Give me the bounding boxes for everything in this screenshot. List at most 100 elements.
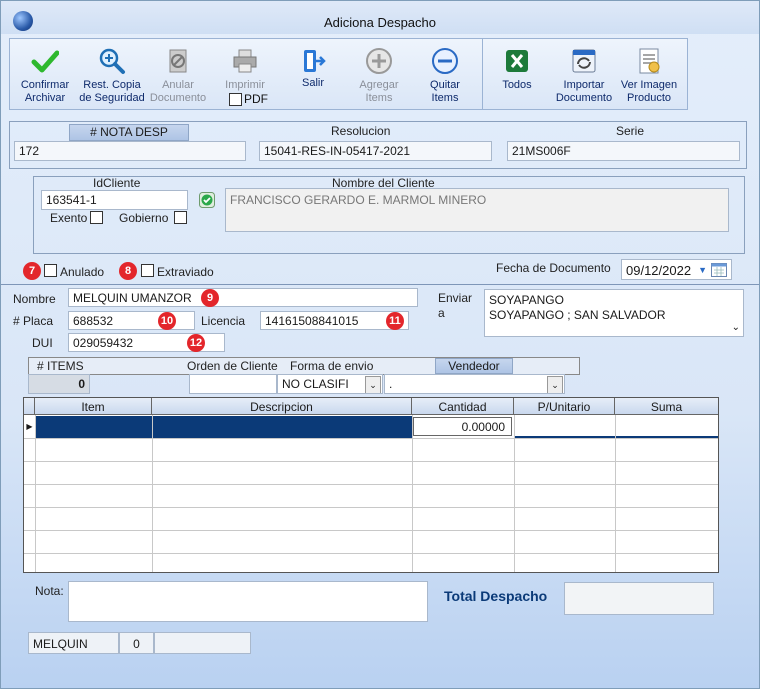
despacho-window: Adiciona Despacho Confirmar Archivar Res… bbox=[0, 0, 760, 689]
restore-label: Rest. Copia de Seguridad bbox=[79, 79, 145, 104]
cell-descripcion[interactable] bbox=[153, 416, 412, 438]
badge-9: 9 bbox=[201, 289, 219, 307]
excel-all-button[interactable]: Todos bbox=[482, 41, 552, 107]
import-document-button[interactable]: Importar Documento bbox=[549, 41, 619, 107]
orden-cliente-label: Orden de Cliente bbox=[187, 359, 278, 373]
nombre-cliente-field[interactable]: FRANCISCO GERARDO E. MARMOL MINERO bbox=[225, 188, 729, 232]
enviar-line-1: SOYAPANGO bbox=[489, 293, 564, 307]
todos-label: Todos bbox=[502, 79, 532, 91]
pdf-checkbox[interactable] bbox=[229, 93, 242, 106]
chevron-down-icon[interactable]: ⌄ bbox=[547, 376, 563, 393]
anulado-checkbox[interactable] bbox=[44, 264, 57, 277]
scroll-down-icon[interactable]: ⌄ bbox=[732, 320, 740, 335]
exento-checkbox[interactable] bbox=[90, 211, 103, 224]
cell-punitario[interactable] bbox=[515, 416, 615, 438]
orden-cliente-field[interactable] bbox=[189, 374, 277, 394]
status-extra bbox=[154, 632, 251, 654]
anulado-label: Anulado bbox=[60, 265, 105, 279]
col-descripcion-header[interactable]: Descripcion bbox=[152, 398, 412, 415]
nota-desp-field[interactable]: 172 bbox=[14, 141, 246, 161]
verified-check-icon[interactable] bbox=[199, 192, 215, 208]
col-punitario-header[interactable]: P/Unitario bbox=[514, 398, 615, 415]
gobierno-checkbox[interactable] bbox=[174, 211, 187, 224]
enviar-label: Enviar bbox=[438, 291, 473, 305]
excel-icon bbox=[506, 50, 528, 72]
cell-suma[interactable] bbox=[616, 416, 718, 438]
print-label: Imprimir bbox=[225, 79, 265, 91]
badge-7: 7 bbox=[23, 262, 41, 280]
grid-line bbox=[24, 530, 718, 531]
items-label: # ITEMS bbox=[37, 359, 84, 373]
row-header-corner bbox=[24, 398, 35, 415]
calendar-icon[interactable] bbox=[711, 263, 727, 277]
cell-item[interactable] bbox=[36, 416, 152, 438]
fecha-value: 09/12/2022 bbox=[626, 263, 692, 278]
extraviado-label: Extraviado bbox=[157, 265, 214, 279]
row-selector-arrow-icon: ▶ bbox=[26, 422, 33, 431]
chevron-down-icon[interactable]: ⌄ bbox=[365, 376, 381, 393]
add-items-label: Agregar Items bbox=[359, 79, 399, 104]
extraviado-checkbox[interactable] bbox=[141, 264, 154, 277]
vendedor-label: Vendedor bbox=[435, 358, 513, 374]
confirm-archive-button[interactable]: Confirmar Archivar bbox=[10, 41, 80, 107]
section-divider bbox=[1, 284, 759, 285]
exento-label: Exento bbox=[50, 211, 88, 225]
licencia-label: Licencia bbox=[201, 314, 246, 328]
enviar-a-label: a bbox=[438, 306, 445, 320]
exit-button[interactable]: Salir bbox=[278, 41, 348, 107]
nota-textarea[interactable] bbox=[68, 581, 428, 622]
gobierno-label: Gobierno bbox=[119, 211, 169, 225]
col-item-header[interactable]: Item bbox=[35, 398, 152, 415]
fecha-field[interactable]: 09/12/2022 ▼ bbox=[621, 259, 732, 280]
nombre-field[interactable]: MELQUIN UMANZOR bbox=[68, 288, 418, 307]
document-void-icon bbox=[169, 49, 187, 73]
nota-label: Nota: bbox=[35, 584, 64, 598]
items-grid: Item Descripcion Cantidad P/Unitario Sum… bbox=[23, 397, 719, 573]
confirm-label: Confirmar Archivar bbox=[20, 79, 70, 104]
vendedor-select[interactable]: . ⌄ bbox=[384, 374, 565, 394]
import-label: Importar Documento bbox=[555, 79, 613, 104]
idcliente-label: IdCliente bbox=[93, 176, 141, 190]
table-row[interactable]: ▶ 0.00000 bbox=[24, 416, 718, 438]
import-sync-icon bbox=[572, 49, 596, 73]
view-product-image-button[interactable]: Ver Imagen Producto bbox=[614, 41, 684, 107]
title-bar: Adiciona Despacho bbox=[1, 1, 759, 34]
idcliente-field[interactable]: 163541-1 bbox=[41, 190, 188, 210]
anular-label: Anular Documento bbox=[149, 79, 207, 104]
col-cantidad-header[interactable]: Cantidad bbox=[412, 398, 514, 415]
col-suma-header[interactable]: Suma bbox=[615, 398, 718, 415]
pdf-label: PDF bbox=[244, 92, 268, 106]
vendedor-value: . bbox=[389, 377, 393, 391]
badge-8: 8 bbox=[119, 262, 137, 280]
add-items-button[interactable]: Agregar Items bbox=[344, 41, 414, 107]
cell-cantidad[interactable]: 0.00000 bbox=[413, 417, 512, 436]
exit-label: Salir bbox=[301, 77, 324, 89]
magnifier-plus-icon bbox=[99, 48, 125, 74]
status-count: 0 bbox=[119, 632, 154, 654]
grid-line bbox=[24, 438, 718, 439]
enviar-textarea[interactable]: SOYAPANGO SOYAPANGO ; SAN SALVADOR ⌄ bbox=[484, 289, 744, 337]
forma-envio-select[interactable]: NO CLASIFI ⌄ bbox=[277, 374, 383, 394]
badge-12: 12 bbox=[187, 334, 205, 352]
checkmark-icon bbox=[31, 50, 59, 73]
exit-door-icon bbox=[304, 50, 326, 72]
serie-field[interactable]: 21MS006F bbox=[507, 141, 740, 161]
status-user: MELQUIN bbox=[28, 632, 119, 654]
resolucion-label: Resolucion bbox=[331, 124, 391, 138]
total-despacho-field bbox=[564, 582, 714, 615]
minus-circle-icon bbox=[432, 48, 458, 74]
plus-circle-icon bbox=[366, 48, 392, 74]
grid-line bbox=[24, 484, 718, 485]
resolucion-field[interactable]: 15041-RES-IN-05417-2021 bbox=[259, 141, 492, 161]
remove-items-button[interactable]: Quitar Items bbox=[410, 41, 480, 107]
anular-document-button[interactable]: Anular Documento bbox=[143, 41, 213, 107]
grid-line bbox=[24, 461, 718, 462]
items-count-field: 0 bbox=[28, 374, 90, 394]
total-despacho-label: Total Despacho bbox=[444, 588, 548, 604]
forma-envio-value: NO CLASIFI bbox=[282, 377, 349, 391]
nota-desp-label: # NOTA DESP bbox=[69, 124, 189, 141]
dui-label: DUI bbox=[32, 336, 53, 350]
window-title: Adiciona Despacho bbox=[323, 15, 437, 30]
restore-backup-button[interactable]: Rest. Copia de Seguridad bbox=[77, 41, 147, 107]
dropdown-arrow-icon[interactable]: ▼ bbox=[698, 260, 707, 279]
